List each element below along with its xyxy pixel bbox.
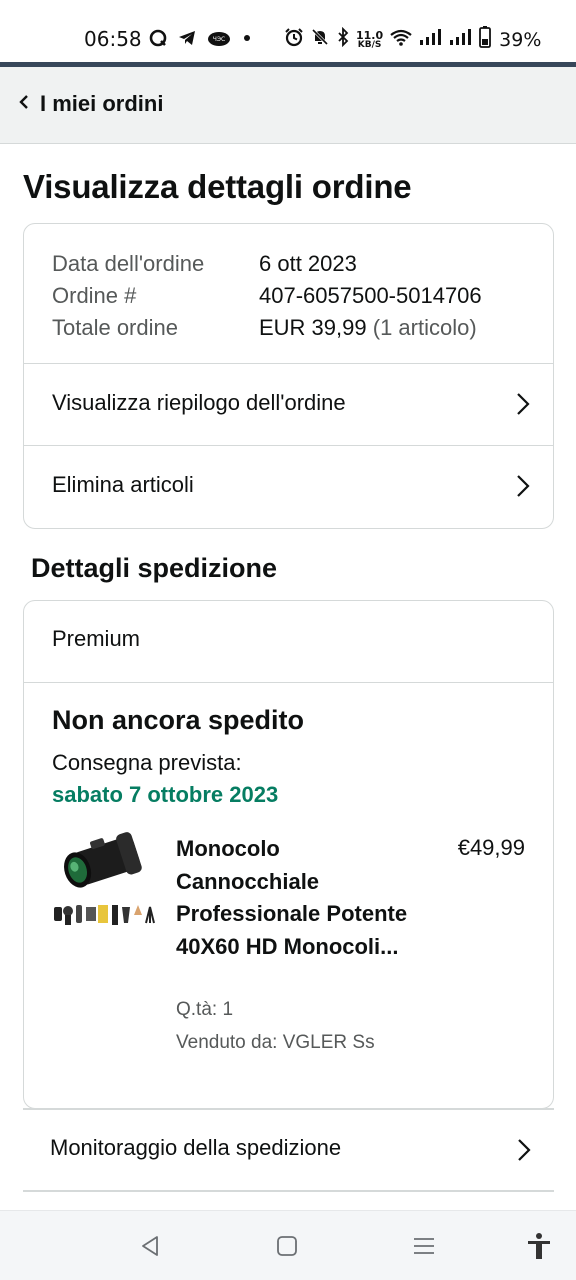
order-date-label: Data dell'ordine — [52, 251, 205, 276]
wifi-icon — [389, 27, 413, 52]
order-date-row: Data dell'ordine 6 ott 2023 — [52, 248, 482, 280]
system-navigation-bar — [0, 1210, 576, 1280]
net-speed-value: 11.0 — [356, 28, 384, 42]
order-total-amount: EUR 39,99 — [259, 315, 367, 340]
order-summary-card: Data dell'ordine 6 ott 2023 Ordine # 407… — [23, 223, 554, 529]
nav-header: I miei ordini — [0, 67, 576, 144]
q-app-icon — [148, 28, 168, 53]
order-total-label: Totale ordine — [52, 315, 178, 340]
shipment-status: Non ancora spedito — [52, 705, 305, 735]
back-link-label: I miei ordini — [40, 91, 164, 116]
product-title-link[interactable]: Monocolo Cannocchiale Professionale Pote… — [176, 833, 416, 963]
remove-items-label: Elimina articoli — [52, 472, 194, 497]
battery-percent: 39% — [499, 28, 542, 51]
chevron-left-icon — [18, 93, 30, 116]
recents-menu-icon[interactable] — [409, 1231, 439, 1261]
status-left-icons: ЧЭС — [148, 28, 253, 53]
accessibility-icon[interactable] — [524, 1231, 554, 1261]
order-number-row: Ordine # 407-6057500-5014706 — [52, 280, 482, 312]
status-time: 06:58 — [84, 27, 142, 51]
order-date-value: 6 ott 2023 — [259, 251, 357, 276]
order-info-block: Data dell'ordine 6 ott 2023 Ordine # 407… — [52, 248, 482, 344]
remove-items-link[interactable]: Elimina articoli — [24, 446, 553, 528]
dot-icon — [241, 28, 253, 53]
shipping-service-label: Premium — [52, 626, 141, 651]
product-seller: Venduto da: VGLER Ss — [176, 1032, 375, 1053]
net-speed-indicator: 11.0 KB/S — [356, 30, 383, 50]
battery-icon — [479, 26, 492, 53]
order-number-value: 407-6057500-5014706 — [259, 283, 482, 308]
home-square-icon[interactable] — [272, 1231, 302, 1261]
order-number-label: Ordine # — [52, 283, 137, 308]
status-right-icons: 11.0 KB/S 39% — [284, 26, 541, 53]
signal-icon — [419, 27, 443, 52]
status-bar: 06:58 ЧЭС 11.0 KB/S 39% — [0, 0, 576, 62]
back-triangle-icon[interactable] — [135, 1231, 165, 1261]
view-order-summary-link[interactable]: Visualizza riepilogo dell'ordine — [24, 364, 553, 446]
shipping-details-heading: Dettagli spedizione — [31, 553, 278, 583]
order-total-row: Totale ordine EUR 39,99 (1 articolo) — [52, 312, 482, 344]
page-title: Visualizza dettagli ordine — [23, 168, 412, 205]
alarm-icon — [284, 27, 304, 52]
order-item-count: (1 articolo) — [372, 315, 477, 340]
order-total-value: EUR 39,99 (1 articolo) — [259, 312, 477, 344]
shipment-card: Premium Non ancora spedito Consegna prev… — [23, 600, 554, 1109]
track-shipment-link[interactable]: Monitoraggio della spedizione — [23, 1108, 554, 1192]
bell-off-icon — [310, 27, 330, 52]
signal-icon — [449, 27, 473, 52]
expected-delivery-label: Consegna prevista: — [52, 750, 242, 775]
product-quantity: Q.tà: 1 — [176, 999, 234, 1020]
bluetooth-icon — [336, 26, 350, 52]
back-to-orders-link[interactable]: I miei ordini — [18, 91, 163, 117]
track-shipment-label: Monitoraggio della spedizione — [50, 1135, 342, 1160]
divider — [24, 682, 553, 683]
view-order-summary-label: Visualizza riepilogo dell'ordine — [52, 390, 346, 415]
telegram-icon — [177, 28, 197, 53]
product-image[interactable] — [52, 831, 156, 931]
product-price: €49,99 — [457, 835, 525, 860]
cloud-app-icon: ЧЭС — [206, 28, 232, 53]
svg-text:ЧЭС: ЧЭС — [213, 36, 226, 43]
expected-delivery-date: sabato 7 ottobre 2023 — [52, 782, 279, 807]
net-speed-unit: KB/S — [357, 39, 382, 50]
